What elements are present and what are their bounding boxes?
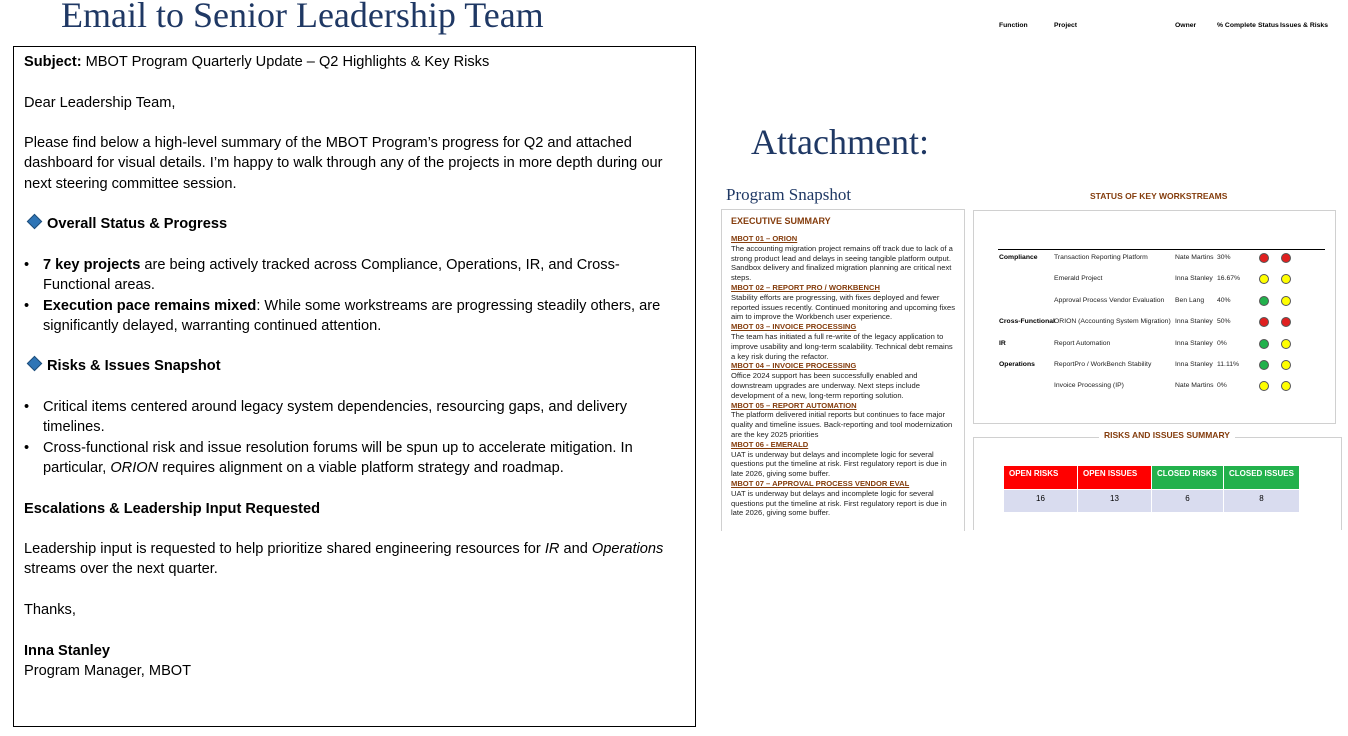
email-subject-line: Subject: MBOT Program Quarterly Update –… xyxy=(24,52,685,72)
cell-owner: Nate Martins xyxy=(1175,254,1214,261)
issues-dot xyxy=(1281,253,1291,263)
exec-item-text: The team has initiated a full re-write o… xyxy=(731,331,953,361)
risk-summary-value: 13 xyxy=(1078,490,1152,512)
executive-summary-panel: EXECUTIVE SUMMARY MBOT 01 – ORION The acc… xyxy=(721,209,965,531)
email-intro: Please find below a high-level summary o… xyxy=(24,135,663,192)
exec-item-text: The accounting migration project remains… xyxy=(731,243,953,283)
section-heading-risks: Risks & Issues Snapshot xyxy=(24,356,685,376)
column-header-owner: Owner xyxy=(1175,22,1197,29)
status-dot xyxy=(1259,295,1269,306)
email-greeting: Dear Leadership Team, xyxy=(24,94,176,111)
workstreams-heading: STATUS OF KEY WORKSTREAMS xyxy=(1090,191,1228,201)
cell-complete: 50% xyxy=(1217,318,1231,326)
cell-project: ORION (Accounting System Migration) xyxy=(1054,318,1171,326)
dashboard-title: Program Snapshot xyxy=(726,185,852,204)
attachment-title: Attachment: xyxy=(751,122,929,162)
risks-issues-heading: RISKS AND ISSUES SUMMARY xyxy=(1099,430,1235,440)
status-dot xyxy=(1259,360,1269,370)
column-header-function: Function xyxy=(999,22,1028,29)
risk-summary-value: 16 xyxy=(1004,490,1078,512)
cell-project: Report Automation xyxy=(1054,339,1111,347)
exec-item-title: MBOT 04 – INVOICE PROCESSING xyxy=(731,361,857,371)
risk-bullets: Critical items centered around legacy sy… xyxy=(24,397,685,478)
issues-dot xyxy=(1281,295,1291,306)
signature-name: Inna Stanley xyxy=(24,642,110,659)
status-bullets: 7 key projects are being actively tracke… xyxy=(24,255,685,336)
signature-title: Program Manager, MBOT xyxy=(24,662,192,679)
risk-summary-label: OPEN RISKS xyxy=(1004,466,1078,489)
column-header-issues: Issues & Risks xyxy=(1280,22,1328,29)
cell-complete: 30% xyxy=(1217,254,1231,261)
exec-item-text: The platform delivered initial reports b… xyxy=(731,410,953,439)
cell-project: Approval Process Vendor Evaluation xyxy=(1054,296,1165,304)
subject-label: Subject: xyxy=(24,54,82,70)
list-item: 7 key projects are being actively tracke… xyxy=(24,255,685,296)
cell-function: IR xyxy=(999,339,1006,347)
cell-function: Cross-Functional xyxy=(999,318,1055,326)
workstreams-panel xyxy=(973,210,1336,424)
section-heading-status: Overall Status & Progress xyxy=(24,214,685,234)
exec-item-title: MBOT 03 – INVOICE PROCESSING xyxy=(731,322,857,332)
exec-item-text: Office 2024 support has been successfull… xyxy=(731,371,920,400)
list-item: Execution pace remains mixed: While some… xyxy=(24,296,685,337)
risk-summary-label: CLOSED ISSUES xyxy=(1224,466,1300,489)
exec-item-title: MBOT 07 – APPROVAL PROCESS VENDOR EVAL xyxy=(731,478,910,488)
diamond-icon xyxy=(26,214,43,230)
exec-item-text: UAT is underway but delays and incomplet… xyxy=(731,488,947,518)
cell-project: Emerald Project xyxy=(1054,275,1103,283)
cell-complete: 40% xyxy=(1217,296,1231,304)
list-item: Cross-functional risk and issue resoluti… xyxy=(24,438,685,479)
leadership-request: Leadership input is requested to help pr… xyxy=(24,541,664,578)
exec-item-title: MBOT 01 – ORION xyxy=(731,234,798,243)
status-dot xyxy=(1259,338,1269,349)
cell-complete: 0% xyxy=(1217,339,1227,347)
cell-complete: 0% xyxy=(1217,382,1227,390)
exec-item-title: MBOT 02 – REPORT PRO / WORKBENCH xyxy=(731,282,880,292)
executive-summary-heading: EXECUTIVE SUMMARY xyxy=(731,216,831,226)
cell-complete: 11.11% xyxy=(1217,361,1240,368)
issues-dot xyxy=(1281,338,1291,349)
exec-item-text: UAT is underway but delays and incomplet… xyxy=(731,449,947,479)
risk-summary-value: 8 xyxy=(1224,490,1300,512)
header-divider xyxy=(998,249,1325,250)
risk-summary-label: CLOSED RISKS xyxy=(1152,466,1224,489)
list-item: Critical items centered around legacy sy… xyxy=(24,397,685,438)
subject-text: MBOT Program Quarterly Update – Q2 Highl… xyxy=(85,54,490,70)
cell-complete: 16.67% xyxy=(1217,275,1241,283)
cell-owner: Inna Stanley xyxy=(1175,361,1213,368)
cell-function: Compliance xyxy=(999,254,1038,261)
cell-owner: Ben Lang xyxy=(1175,296,1205,304)
cell-owner: Inna Stanley xyxy=(1175,339,1213,347)
page-title: Email to Senior Leadership Team xyxy=(61,0,544,35)
email-body: Subject: MBOT Program Quarterly Update –… xyxy=(13,46,696,727)
risk-summary-value: 6 xyxy=(1152,490,1224,512)
column-header-project: Project xyxy=(1054,22,1078,29)
issues-dot xyxy=(1281,360,1291,370)
cell-project: Invoice Processing (IP) xyxy=(1054,382,1124,390)
section-heading-escalations: Escalations & Leadership Input Requested xyxy=(24,500,320,517)
diamond-icon xyxy=(26,356,43,372)
exec-item-text: Stability efforts are progressing, with … xyxy=(731,292,955,322)
risk-summary-label: OPEN ISSUES xyxy=(1078,466,1152,489)
cell-project: Transaction Reporting Platform xyxy=(1054,254,1148,261)
exec-item-title: MBOT 05 – REPORT AUTOMATION xyxy=(731,400,857,410)
column-header-complete: % Complete xyxy=(1217,22,1256,29)
email-closing: Thanks, xyxy=(24,602,76,619)
cell-owner: Inna Stanley xyxy=(1175,275,1213,283)
exec-item-title: MBOT 06 - EMERALD xyxy=(731,439,809,449)
executive-summary-list: MBOT 01 – ORION The accounting migration … xyxy=(731,234,956,518)
cell-project: ReportPro / WorkBench Stability xyxy=(1054,361,1152,368)
status-dot xyxy=(1259,253,1269,263)
column-header-status: Status xyxy=(1258,22,1279,29)
cell-function: Operations xyxy=(999,361,1035,368)
cell-owner: Nate Martins xyxy=(1175,382,1214,390)
cell-owner: Inna Stanley xyxy=(1175,318,1213,326)
